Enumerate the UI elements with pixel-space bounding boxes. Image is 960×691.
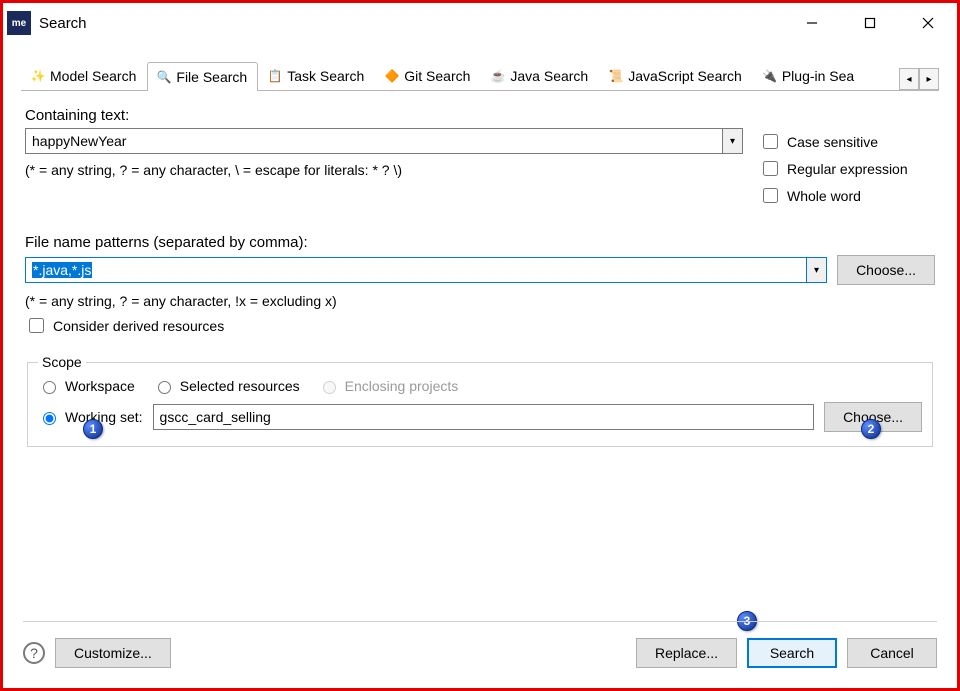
scope-workspace-radio[interactable]: Workspace — [38, 378, 135, 394]
close-button[interactable] — [899, 3, 957, 43]
radio-label: Enclosing projects — [345, 378, 459, 394]
chevron-down-icon[interactable]: ▾ — [723, 128, 743, 154]
chevron-down-icon[interactable]: ▾ — [807, 257, 827, 283]
radio-label: Working set: — [65, 409, 143, 425]
tab-scroll-right[interactable]: ▸ — [919, 68, 939, 90]
cancel-button[interactable]: Cancel — [847, 638, 937, 668]
tab-javascript-search[interactable]: 📜JavaScript Search — [599, 61, 753, 90]
scope-selected-radio[interactable]: Selected resources — [153, 378, 300, 394]
checkbox-label: Regular expression — [787, 161, 908, 177]
tab-git-search[interactable]: 🔶Git Search — [375, 61, 481, 90]
file-patterns-hint: (* = any string, ? = any character, !x =… — [25, 293, 935, 309]
annotation-badge-1: 1 — [83, 419, 103, 439]
case-sensitive-checkbox[interactable]: Case sensitive — [759, 131, 935, 152]
tab-label: File Search — [176, 69, 247, 85]
file-patterns-label: File name patterns (separated by comma): — [25, 234, 935, 251]
help-icon[interactable]: ? — [23, 642, 45, 664]
replace-button[interactable]: Replace... — [636, 638, 737, 668]
java-icon: ☕ — [490, 68, 506, 84]
customize-button[interactable]: Customize... — [55, 638, 171, 668]
search-icon: 🔍 — [156, 69, 172, 85]
consider-derived-checkbox[interactable]: Consider derived resources — [25, 315, 935, 336]
task-icon: 📋 — [267, 68, 283, 84]
scope-legend: Scope — [38, 354, 86, 370]
containing-text-input[interactable] — [25, 128, 723, 154]
tab-label: JavaScript Search — [628, 68, 742, 84]
regex-checkbox[interactable]: Regular expression — [759, 158, 935, 179]
whole-word-checkbox[interactable]: Whole word — [759, 185, 935, 206]
app-icon: me — [7, 11, 31, 35]
checkbox-label: Consider derived resources — [53, 318, 224, 334]
tab-label: Task Search — [287, 68, 364, 84]
tab-file-search[interactable]: 🔍File Search — [147, 62, 258, 91]
tab-model-search[interactable]: ✨Model Search — [21, 61, 147, 90]
annotation-badge-2: 2 — [861, 419, 881, 439]
git-icon: 🔶 — [384, 68, 400, 84]
tab-label: Java Search — [510, 68, 588, 84]
checkbox-label: Case sensitive — [787, 134, 878, 150]
js-icon: 📜 — [608, 68, 624, 84]
tab-scroll-left[interactable]: ◂ — [899, 68, 919, 90]
tab-plugin-search[interactable]: 🔌Plug-in Sea — [753, 61, 865, 90]
radio-label: Workspace — [65, 378, 135, 394]
scope-enclosing-radio: Enclosing projects — [318, 378, 459, 394]
choose-patterns-button[interactable]: Choose... — [837, 255, 935, 285]
tab-java-search[interactable]: ☕Java Search — [481, 61, 599, 90]
minimize-button[interactable] — [783, 3, 841, 43]
containing-text-hint: (* = any string, ? = any character, \ = … — [25, 162, 743, 178]
tab-label: Model Search — [50, 68, 136, 84]
wand-icon: ✨ — [30, 68, 46, 84]
tab-task-search[interactable]: 📋Task Search — [258, 61, 375, 90]
containing-text-label: Containing text: — [25, 107, 743, 124]
tab-label: Plug-in Sea — [782, 68, 854, 84]
checkbox-label: Whole word — [787, 188, 861, 204]
search-tab-bar: ✨Model Search 🔍File Search 📋Task Search … — [21, 61, 939, 91]
file-patterns-input[interactable]: *.java,*.js — [25, 257, 807, 283]
plugin-icon: 🔌 — [762, 68, 778, 84]
scope-fieldset: Scope Workspace Selected resources Enclo… — [27, 354, 933, 447]
working-set-input[interactable] — [153, 404, 815, 430]
maximize-button[interactable] — [841, 3, 899, 43]
radio-label: Selected resources — [180, 378, 300, 394]
tab-label: Git Search — [404, 68, 470, 84]
window-title: Search — [39, 15, 87, 32]
title-bar: me Search — [3, 3, 957, 43]
search-button[interactable]: Search — [747, 638, 837, 668]
